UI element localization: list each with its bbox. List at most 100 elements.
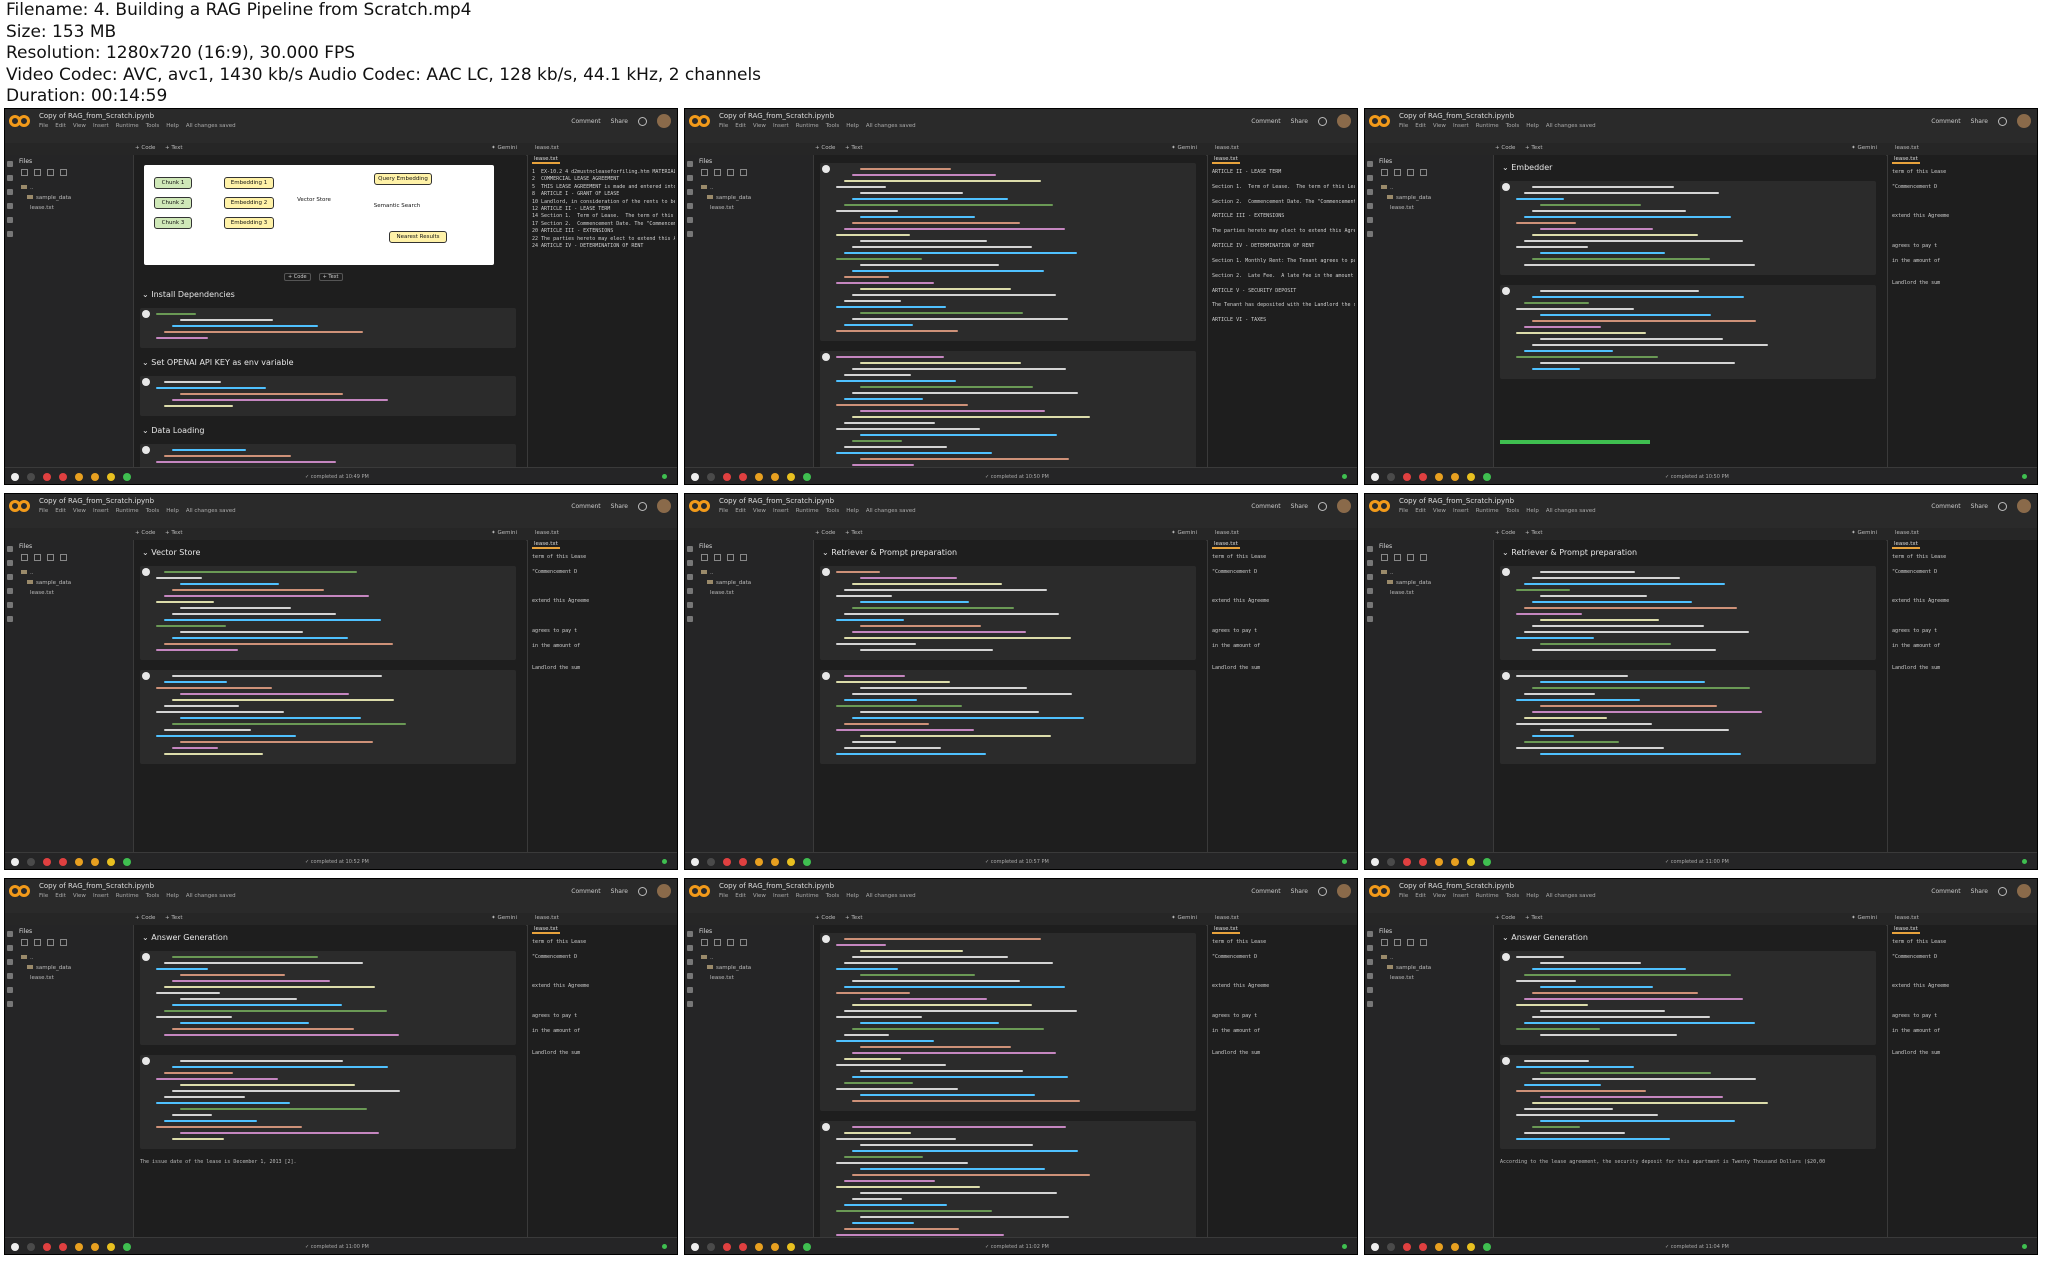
menu-item[interactable]: Edit xyxy=(55,893,66,899)
refresh-icon[interactable] xyxy=(727,939,734,946)
run-cell-button[interactable] xyxy=(142,1057,150,1065)
notebook-title[interactable]: Copy of RAG_from_Scratch.ipynb xyxy=(719,882,834,890)
cell-add-button[interactable]: + Code xyxy=(284,273,311,281)
save-icon[interactable] xyxy=(803,1243,811,1251)
highlight-icon[interactable] xyxy=(107,858,115,866)
eraser-icon[interactable] xyxy=(771,858,779,866)
menu-item[interactable]: Help xyxy=(166,893,179,899)
highlight-icon[interactable] xyxy=(787,1243,795,1251)
menu-item[interactable]: Tools xyxy=(146,508,160,514)
upload-icon[interactable] xyxy=(1381,554,1388,561)
code-cell[interactable] xyxy=(140,308,516,348)
refresh-icon[interactable] xyxy=(1407,939,1414,946)
eraser-icon[interactable] xyxy=(1451,858,1459,866)
save-icon[interactable] xyxy=(1483,473,1491,481)
sidebar-icon[interactable] xyxy=(1367,987,1373,993)
notebook-title[interactable]: Copy of RAG_from_Scratch.ipynb xyxy=(1399,882,1514,890)
rectangle-icon[interactable] xyxy=(59,858,67,866)
code-cell[interactable] xyxy=(1500,566,1876,660)
record-icon[interactable] xyxy=(11,858,19,866)
record-icon[interactable] xyxy=(11,1243,19,1251)
menu-item[interactable]: All changes saved xyxy=(1546,508,1596,514)
top-right-button[interactable]: Share xyxy=(611,888,628,895)
rectangle-icon[interactable] xyxy=(59,1243,67,1251)
save-icon[interactable] xyxy=(803,858,811,866)
menu-item[interactable]: All changes saved xyxy=(1546,893,1596,899)
menu-item[interactable]: Help xyxy=(1526,893,1539,899)
gear-icon[interactable] xyxy=(1998,501,2007,511)
upload-icon[interactable] xyxy=(1381,169,1388,176)
editor-tab-label[interactable]: lease.txt xyxy=(1892,926,1920,934)
cell-add-button[interactable]: + Text xyxy=(318,273,343,281)
sidebar-icon[interactable] xyxy=(1367,574,1373,580)
menu-item[interactable]: File xyxy=(719,508,728,514)
sidebar-icon[interactable] xyxy=(7,931,13,937)
record-icon[interactable] xyxy=(1371,473,1379,481)
sidebar-icon[interactable] xyxy=(687,987,693,993)
pen-icon[interactable] xyxy=(1403,858,1411,866)
top-right-button[interactable]: Comment xyxy=(1251,503,1280,510)
sidebar-icon[interactable] xyxy=(1367,959,1373,965)
file-item[interactable]: lease.txt xyxy=(1381,973,1431,983)
add-text-button[interactable]: + Text xyxy=(1525,915,1542,921)
rectangle-icon[interactable] xyxy=(1419,858,1427,866)
menu-item[interactable]: File xyxy=(1399,123,1408,129)
menu-item[interactable]: Help xyxy=(1526,508,1539,514)
top-right-button[interactable]: Comment xyxy=(1251,888,1280,895)
code-cell[interactable] xyxy=(140,566,516,660)
sidebar-icon[interactable] xyxy=(7,203,13,209)
sidebar-icon[interactable] xyxy=(1367,1001,1373,1007)
run-cell-button[interactable] xyxy=(822,1123,830,1131)
top-right-button[interactable]: Comment xyxy=(1931,503,1960,510)
avatar[interactable] xyxy=(1337,114,1351,128)
code-cell[interactable] xyxy=(1500,670,1876,764)
code-cell[interactable] xyxy=(140,670,516,764)
pen-icon[interactable] xyxy=(723,473,731,481)
highlight-icon[interactable] xyxy=(787,473,795,481)
add-text-button[interactable]: + Text xyxy=(1525,145,1542,151)
file-item[interactable]: .. xyxy=(1381,568,1431,578)
run-cell-button[interactable] xyxy=(822,353,830,361)
menu-item[interactable]: File xyxy=(719,123,728,129)
gear-icon[interactable] xyxy=(638,501,647,511)
stickers-icon[interactable] xyxy=(755,1243,763,1251)
file-item[interactable]: .. xyxy=(701,953,751,963)
sidebar-icon[interactable] xyxy=(687,175,693,181)
menu-item[interactable]: All changes saved xyxy=(1546,123,1596,129)
top-right-button[interactable]: Share xyxy=(1291,888,1308,895)
menu-item[interactable]: View xyxy=(1433,508,1446,514)
save-icon[interactable] xyxy=(123,858,131,866)
highlight-icon[interactable] xyxy=(787,858,795,866)
editor-tab-label[interactable]: lease.txt xyxy=(1212,926,1240,934)
record-icon[interactable] xyxy=(11,473,19,481)
menu-item[interactable]: Edit xyxy=(55,123,66,129)
section-heading[interactable]: ⌄ Retriever & Prompt preparation xyxy=(1502,548,1637,557)
menu-item[interactable]: Runtime xyxy=(1476,893,1499,899)
gemini-button[interactable]: ✦ Gemini xyxy=(1851,530,1877,536)
upload-icon[interactable] xyxy=(21,554,28,561)
run-cell-button[interactable] xyxy=(1502,672,1510,680)
code-cell[interactable] xyxy=(820,670,1196,764)
menu-item[interactable]: Help xyxy=(166,123,179,129)
top-right-button[interactable]: Comment xyxy=(1931,118,1960,125)
editor-tab-label[interactable]: lease.txt xyxy=(1212,541,1240,549)
file-item[interactable]: .. xyxy=(1381,183,1431,193)
top-right-button[interactable]: Share xyxy=(1291,503,1308,510)
code-cell[interactable] xyxy=(1500,285,1876,379)
notebook-title[interactable]: Copy of RAG_from_Scratch.ipynb xyxy=(39,882,154,890)
upload-icon[interactable] xyxy=(21,939,28,946)
section-heading[interactable]: ⌄ Embedder xyxy=(1502,163,1552,172)
menu-item[interactable]: View xyxy=(753,123,766,129)
sidebar-icon[interactable] xyxy=(7,602,13,608)
file-item[interactable]: .. xyxy=(701,183,751,193)
menu-item[interactable]: Edit xyxy=(735,893,746,899)
sidebar-icon[interactable] xyxy=(1367,616,1373,622)
eraser-icon[interactable] xyxy=(1451,473,1459,481)
top-right-button[interactable]: Share xyxy=(1971,503,1988,510)
folder-icon[interactable] xyxy=(1394,169,1401,176)
pen-icon[interactable] xyxy=(723,858,731,866)
refresh-icon[interactable] xyxy=(727,169,734,176)
pen-icon[interactable] xyxy=(43,473,51,481)
menu-item[interactable]: Insert xyxy=(93,893,109,899)
rectangle-icon[interactable] xyxy=(1419,473,1427,481)
